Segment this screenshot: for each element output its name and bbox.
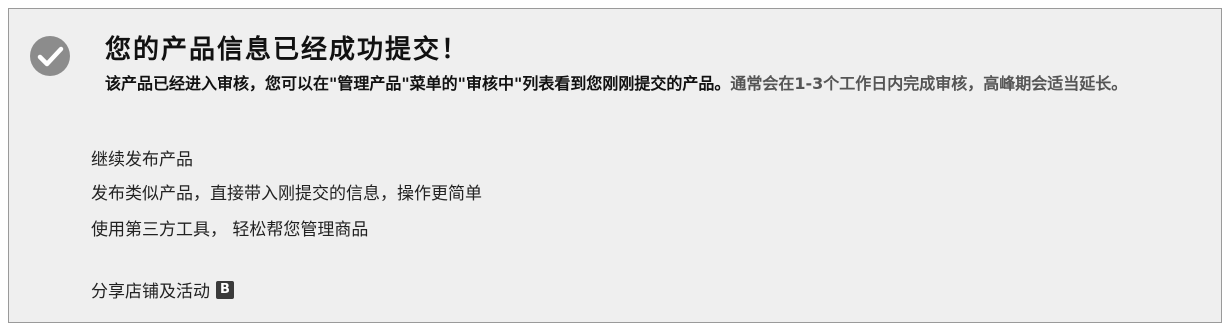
- success-title: 您的产品信息已经成功提交！: [105, 35, 470, 65]
- description-main: 该产品已经进入审核，您可以在"管理产品"菜单的"审核中"列表看到您刚刚提交的产品…: [105, 74, 731, 93]
- continue-publish-link[interactable]: 继续发布产品: [91, 145, 193, 170]
- publish-similar-link[interactable]: 发布类似产品，直接带入刚提交的信息，操作更简单: [91, 179, 482, 204]
- description-note: 通常会在1-3个工作日内完成审核，高峰期会适当延长。: [730, 74, 1128, 93]
- share-row: 分享店铺及活动 B: [91, 277, 234, 302]
- success-description: 该产品已经进入审核，您可以在"管理产品"菜单的"审核中"列表看到您刚刚提交的产品…: [105, 73, 1205, 95]
- share-store-link[interactable]: 分享店铺及活动: [91, 282, 210, 302]
- success-panel: 您的产品信息已经成功提交！ 该产品已经进入审核，您可以在"管理产品"菜单的"审核…: [8, 8, 1222, 323]
- check-circle-icon: [30, 36, 70, 76]
- share-badge-icon[interactable]: B: [216, 281, 234, 299]
- third-party-tools-link[interactable]: 使用第三方工具， 轻松帮您管理商品: [91, 215, 368, 240]
